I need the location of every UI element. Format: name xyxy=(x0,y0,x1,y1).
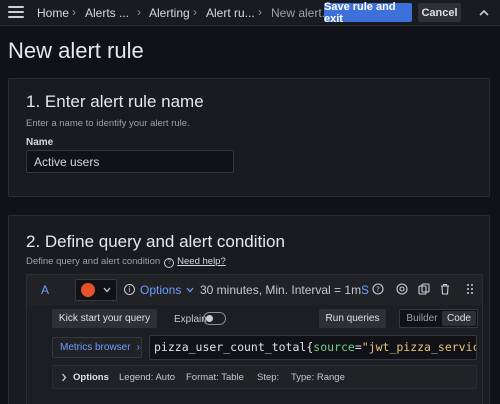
explain-toggle[interactable] xyxy=(203,312,226,325)
metrics-browser-label: Metrics browser xyxy=(60,342,131,353)
truncated-label: S xyxy=(361,283,370,297)
query-label-value: "jwt_pizza_service" xyxy=(361,340,476,354)
section-description: Enter a name to identify your alert rule… xyxy=(26,118,190,129)
section-heading: 1. Enter alert rule name xyxy=(26,92,204,111)
options-step: Step: xyxy=(257,372,280,383)
query-operator: = xyxy=(354,340,362,354)
alert-name-section: 1. Enter alert rule name Enter a name to… xyxy=(8,78,490,197)
top-nav-bar: Home › Alerts ... › Alerting › Alert ru.… xyxy=(0,0,500,26)
options-row-title: Options xyxy=(73,372,109,383)
query-section: 2. Define query and alert condition Defi… xyxy=(8,215,490,404)
breadcrumb-alert-rules[interactable]: Alert ru... xyxy=(206,6,255,20)
datasource-picker[interactable] xyxy=(75,279,117,301)
kick-start-query-button[interactable]: Kick start your query xyxy=(52,309,157,328)
section-heading: 2. Define query and alert condition xyxy=(26,232,285,251)
cancel-button[interactable]: Cancel xyxy=(418,3,461,22)
hamburger-icon[interactable] xyxy=(8,6,24,19)
breadcrumb-alerting[interactable]: Alerting xyxy=(149,6,190,20)
breadcrumb-home[interactable]: Home xyxy=(37,6,69,20)
query-editor-row: A i Options 30 minutes, Min. Interval = … xyxy=(26,274,483,404)
chevron-down-icon xyxy=(103,287,111,293)
breadcrumb-alerts[interactable]: Alerts ... xyxy=(85,6,129,20)
svg-text:?: ? xyxy=(376,286,380,294)
options-format: Format: Table xyxy=(186,372,244,383)
query-options-toggle[interactable]: Options xyxy=(140,283,181,297)
query-label-name: source xyxy=(313,340,355,354)
trash-icon[interactable] xyxy=(439,283,451,295)
help-circle-icon[interactable]: ? xyxy=(372,283,384,295)
chevron-up-icon[interactable] xyxy=(477,6,491,20)
query-row-header: A i Options 30 minutes, Min. Interval = … xyxy=(27,275,482,305)
run-queries-button[interactable]: Run queries xyxy=(319,309,386,328)
options-legend: Legend: Auto xyxy=(119,372,175,383)
builder-mode-button[interactable]: Builder xyxy=(402,311,442,326)
chevron-right-icon: › xyxy=(258,5,262,19)
duplicate-icon[interactable] xyxy=(418,283,430,295)
chevron-right-icon: › xyxy=(137,5,141,19)
info-icon[interactable]: i xyxy=(124,284,135,295)
question-circle-icon: ? xyxy=(164,258,175,268)
prometheus-logo-icon xyxy=(81,283,95,297)
breadcrumb-current: New alert... xyxy=(271,6,332,20)
promql-query-input[interactable]: pizza_user_count_total{source="jwt_pizza… xyxy=(149,335,477,360)
chevron-right-icon: › xyxy=(193,5,197,19)
chevron-right-icon: › xyxy=(72,5,76,19)
page-title: New alert rule xyxy=(8,38,144,63)
section-description-text: Define query and alert condition xyxy=(26,256,161,267)
metrics-browser-button[interactable]: Metrics browser › xyxy=(52,337,142,358)
query-options-summary: 30 minutes, Min. Interval = 1m xyxy=(200,283,362,297)
query-metric: pizza_user_count_total xyxy=(154,340,307,354)
editor-mode-switch: Builder Code xyxy=(399,309,478,328)
query-options-row[interactable]: Options Legend: Auto Format: Table Step:… xyxy=(52,365,477,389)
query-inspector-icon[interactable] xyxy=(396,283,408,295)
need-help-link[interactable]: Need help? xyxy=(177,256,226,267)
explain-label: Explain xyxy=(174,314,207,325)
save-rule-and-exit-button[interactable]: Save rule and exit xyxy=(324,1,412,25)
options-type: Type: Range xyxy=(291,372,345,383)
code-mode-button[interactable]: Code xyxy=(442,311,476,326)
chevron-right-icon xyxy=(62,373,67,382)
drag-handle-icon[interactable] xyxy=(464,283,476,295)
chevron-right-icon: › xyxy=(136,342,140,353)
rule-name-input[interactable]: Active users xyxy=(26,150,234,173)
section-description: Define query and alert condition? Need he… xyxy=(26,256,226,268)
name-field-label: Name xyxy=(26,137,54,148)
chevron-down-icon[interactable] xyxy=(186,287,194,293)
query-ref-id[interactable]: A xyxy=(41,283,49,297)
toggle-knob xyxy=(206,315,213,322)
